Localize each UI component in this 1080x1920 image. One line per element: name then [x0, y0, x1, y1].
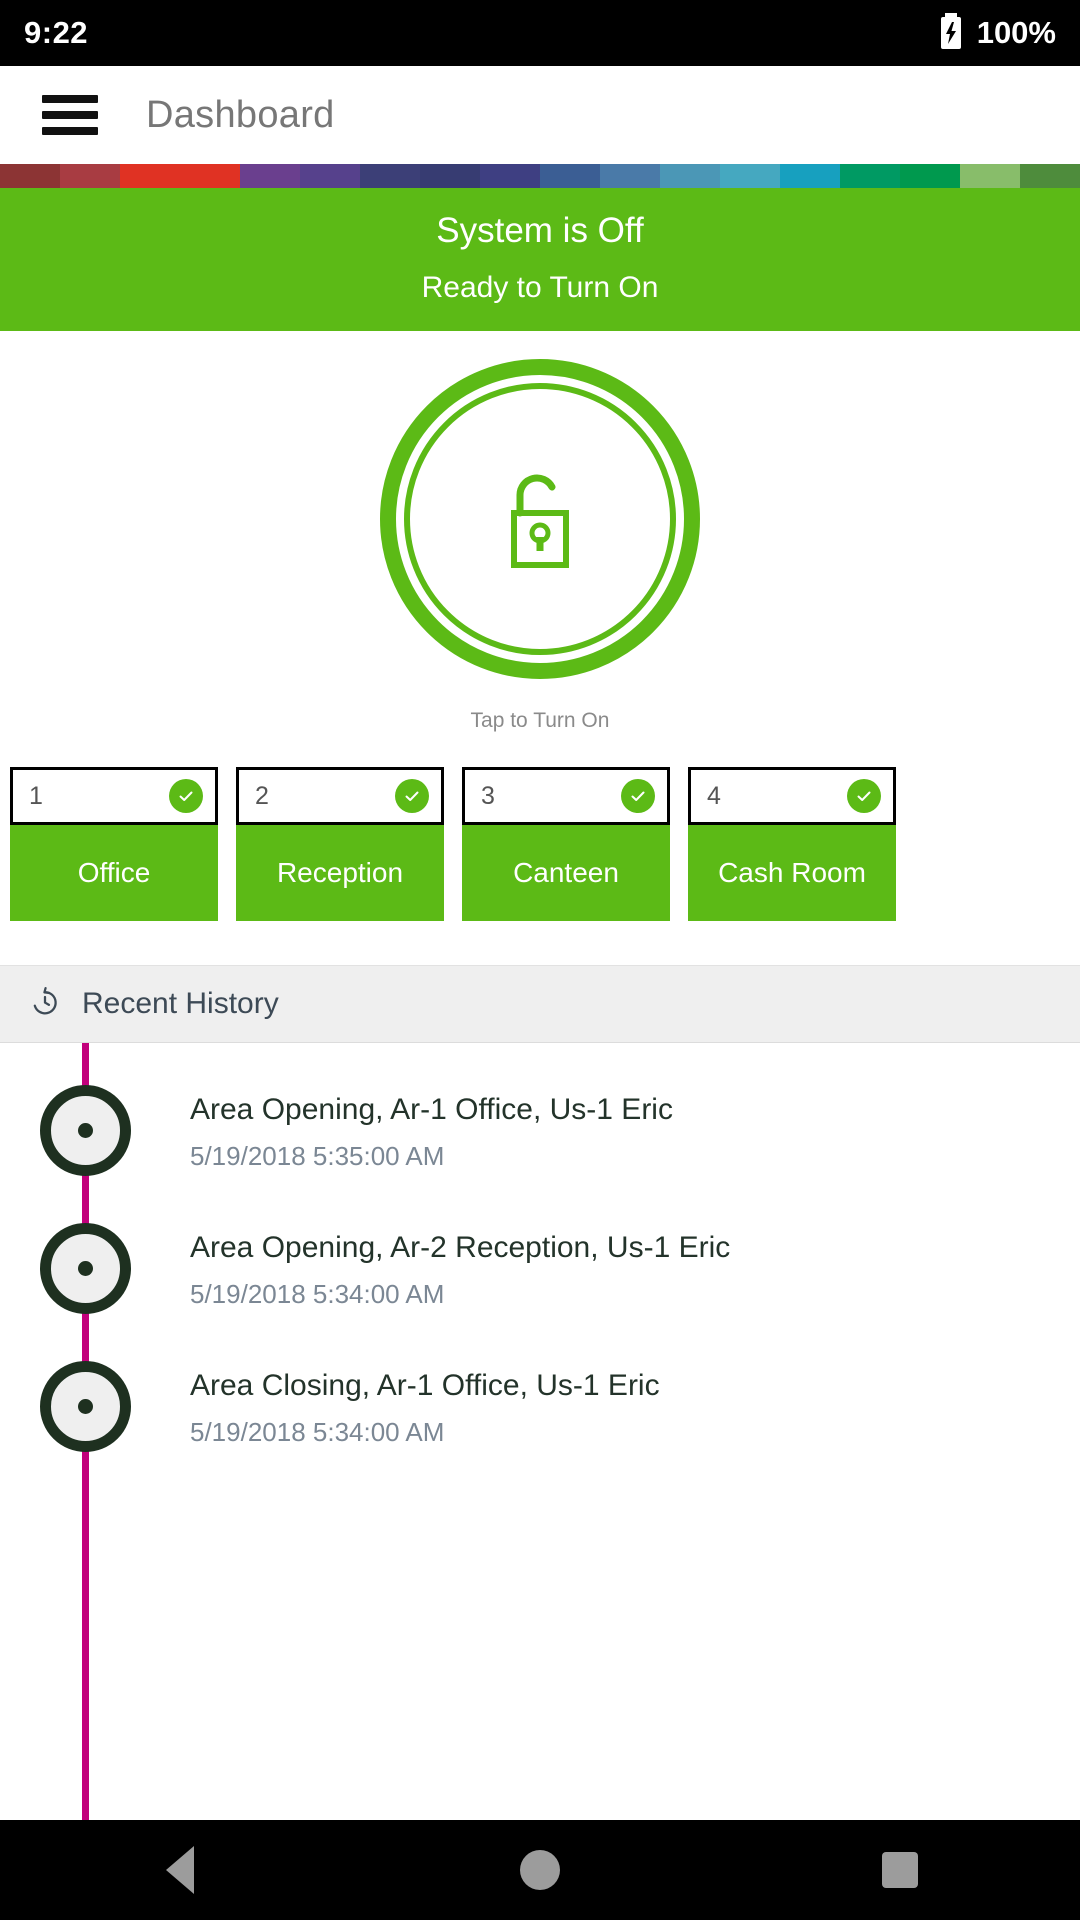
- timeline-marker-icon: [40, 1361, 131, 1452]
- color-stripe-segment: [900, 164, 960, 188]
- system-status-subtext: Ready to Turn On: [421, 270, 659, 304]
- area-tile-label: Canteen: [462, 825, 670, 921]
- timeline-item-timestamp: 5/19/2018 5:34:00 AM: [190, 1417, 445, 1447]
- color-stripe: [0, 164, 1080, 188]
- timeline-item[interactable]: Area Opening, Ar-1 Office, Us-1 Eric 5/19…: [0, 1071, 1080, 1209]
- system-status-text: System is Off: [436, 210, 644, 250]
- app-screen: 9:22 100% Dashboard System is Off Ready …: [0, 0, 1080, 1920]
- timeline-item-text: Area Closing, Ar-1 Office, Us-1 Eric 5/19…: [190, 1347, 660, 1448]
- app-bar: Dashboard: [0, 66, 1080, 164]
- area-tile-header: 1: [10, 767, 218, 825]
- clock-history-icon: [28, 985, 62, 1024]
- timeline-item-timestamp: 5/19/2018 5:35:00 AM: [190, 1141, 445, 1171]
- color-stripe-segment: [300, 164, 360, 188]
- back-icon[interactable]: [90, 1820, 270, 1920]
- android-navigation-bar: [0, 1820, 1080, 1920]
- color-stripe-segment: [60, 164, 120, 188]
- area-tile-number: 4: [707, 781, 721, 810]
- unlocked-padlock-icon: [490, 461, 590, 578]
- home-icon[interactable]: [450, 1820, 630, 1920]
- recents-icon[interactable]: [810, 1820, 990, 1920]
- status-bar-right: 100%: [939, 12, 1056, 54]
- color-stripe-segment: [420, 164, 480, 188]
- check-circle-icon: [847, 779, 881, 813]
- arm-system-button[interactable]: [380, 359, 700, 679]
- status-bar: 9:22 100%: [0, 0, 1080, 66]
- status-bar-clock: 9:22: [24, 15, 89, 50]
- timeline-item-title: Area Opening, Ar-2 Reception, Us-1 Eric: [190, 1231, 731, 1264]
- area-tile-number: 3: [481, 781, 495, 810]
- battery-charging-icon: [939, 12, 963, 54]
- areas-section: 1 Office 2 Reception 3 Canteen 4 Cash Room: [0, 767, 1080, 921]
- power-button-hint: Tap to Turn On: [470, 709, 610, 732]
- timeline-marker-icon: [40, 1223, 131, 1314]
- color-stripe-segment: [840, 164, 900, 188]
- area-tile-label: Reception: [236, 825, 444, 921]
- area-tile-header: 3: [462, 767, 670, 825]
- color-stripe-segment: [600, 164, 660, 188]
- timeline-item-title: Area Opening, Ar-1 Office, Us-1 Eric: [190, 1093, 673, 1126]
- color-stripe-segment: [0, 164, 60, 188]
- timeline-item-timestamp: 5/19/2018 5:34:00 AM: [190, 1279, 445, 1309]
- area-tile-label: Cash Room: [688, 825, 896, 921]
- timeline-item[interactable]: Area Closing, Ar-1 Office, Us-1 Eric 5/19…: [0, 1347, 1080, 1485]
- area-tile-list[interactable]: 1 Office 2 Reception 3 Canteen 4 Cash Room: [0, 767, 1080, 921]
- timeline-item-text: Area Opening, Ar-1 Office, Us-1 Eric 5/19…: [190, 1071, 673, 1172]
- timeline-item-title: Area Closing, Ar-1 Office, Us-1 Eric: [190, 1369, 660, 1402]
- recent-history-header: Recent History: [0, 965, 1080, 1043]
- color-stripe-segment: [180, 164, 240, 188]
- color-stripe-segment: [360, 164, 420, 188]
- color-stripe-segment: [660, 164, 720, 188]
- color-stripe-segment: [720, 164, 780, 188]
- timeline-list: Area Opening, Ar-1 Office, Us-1 Eric 5/19…: [0, 1071, 1080, 1485]
- area-tile[interactable]: 2 Reception: [236, 767, 444, 921]
- recent-history-title: Recent History: [82, 987, 279, 1020]
- area-tile-number: 1: [29, 781, 43, 810]
- hamburger-menu-icon[interactable]: [42, 95, 98, 135]
- color-stripe-segment: [120, 164, 180, 188]
- battery-percent-label: 100%: [976, 15, 1056, 50]
- area-tile-label: Office: [10, 825, 218, 921]
- color-stripe-segment: [240, 164, 300, 188]
- color-stripe-segment: [960, 164, 1020, 188]
- system-status-banner: System is Off Ready to Turn On: [0, 188, 1080, 331]
- recent-history-timeline: Area Opening, Ar-1 Office, Us-1 Eric 5/19…: [0, 1043, 1080, 1820]
- color-stripe-segment: [1020, 164, 1080, 188]
- timeline-item[interactable]: Area Opening, Ar-2 Reception, Us-1 Eric 5…: [0, 1209, 1080, 1347]
- check-circle-icon: [169, 779, 203, 813]
- area-tile-number: 2: [255, 781, 269, 810]
- color-stripe-segment: [780, 164, 840, 188]
- color-stripe-segment: [480, 164, 540, 188]
- timeline-marker-icon: [40, 1085, 131, 1176]
- area-tile-header: 2: [236, 767, 444, 825]
- page-title: Dashboard: [146, 93, 335, 136]
- color-stripe-segment: [540, 164, 600, 188]
- area-tile[interactable]: 1 Office: [10, 767, 218, 921]
- area-tile[interactable]: 3 Canteen: [462, 767, 670, 921]
- power-button-section: Tap to Turn On: [0, 331, 1080, 733]
- timeline-item-text: Area Opening, Ar-2 Reception, Us-1 Eric 5…: [190, 1209, 730, 1310]
- area-tile[interactable]: 4 Cash Room: [688, 767, 896, 921]
- area-tile-header: 4: [688, 767, 896, 825]
- check-circle-icon: [621, 779, 655, 813]
- check-circle-icon: [395, 779, 429, 813]
